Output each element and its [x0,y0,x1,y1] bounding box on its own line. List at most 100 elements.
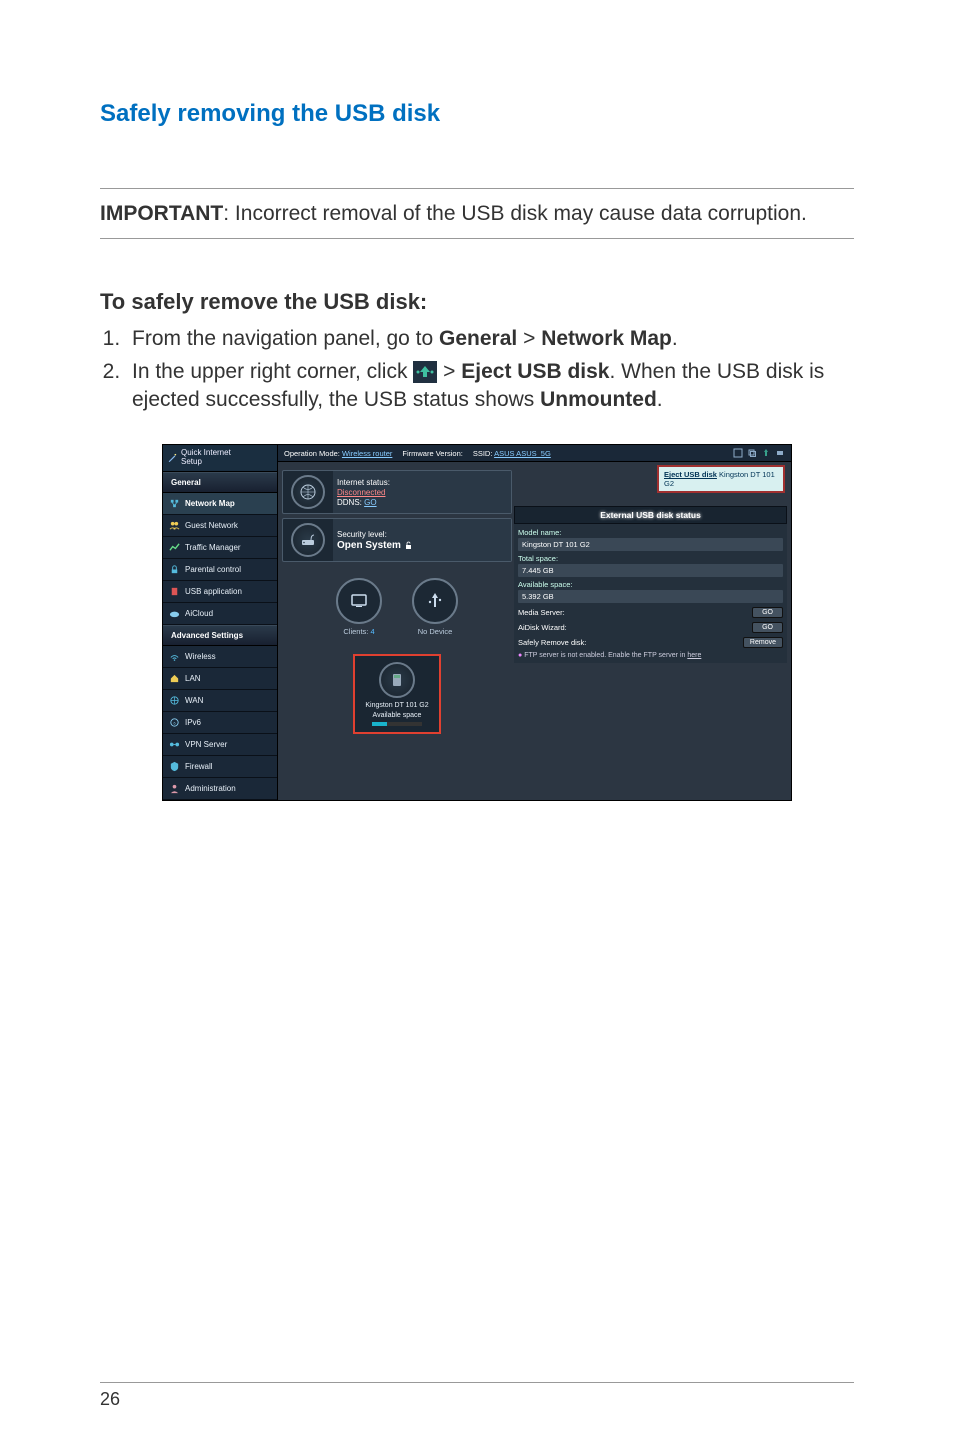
security-label: Security level: [337,530,507,539]
network-map-icon [169,498,180,509]
right-column: External USB disk status Model name:King… [514,466,787,734]
fw-label: Firmware Version: [402,449,462,458]
lock-icon [169,564,180,575]
quick-setup-label: Quick Internet Setup [181,449,231,467]
media-k: Media Server: [518,608,565,617]
sidebar-item-label: Network Map [185,499,235,508]
sidebar-item-network-map[interactable]: Network Map [163,493,277,515]
sidebar: Quick Internet Setup General Network Map… [163,445,278,800]
sidebar-general-header: General [163,472,277,493]
usb-disk-card[interactable]: Kingston DT 101 G2 Available space [353,654,441,734]
sidebar-item-label: Wireless [185,652,216,661]
sidebar-item-traffic-manager[interactable]: Traffic Manager [163,537,277,559]
safely-k: Safely Remove disk: [518,638,586,647]
sidebar-item-aicloud[interactable]: AiCloud [163,603,277,625]
eject-usb-link[interactable]: Eject USB disk [664,470,717,479]
step-2-unmounted: Unmounted [540,388,657,411]
step-2-sep: > [437,360,461,383]
sidebar-item-label: LAN [185,674,201,683]
sidebar-item-ipv6[interactable]: 6 IPv6 [163,712,277,734]
avail-k: Available space: [518,580,572,589]
sidebar-item-firewall[interactable]: Firewall [163,756,277,778]
important-note: IMPORTANT: Incorrect removal of the USB … [100,188,854,239]
clients-label: Clients: [343,627,370,636]
usb-plug-icon [424,590,446,612]
unlock-icon [404,541,413,550]
footer-rule [100,1382,854,1383]
topbar-icons [733,448,785,458]
clients-value: 4 [370,627,374,636]
media-go-button[interactable]: GO [752,607,783,618]
avail-v: 5.392 GB [518,590,783,603]
subheading: To safely remove the USB disk: [100,289,854,315]
step-2-end: . [657,388,663,411]
step-2-text-a: In the upper right corner, click [132,360,413,383]
sidebar-item-guest-network[interactable]: Guest Network [163,515,277,537]
ssid-link[interactable]: ASUS ASUS_5G [494,449,551,458]
sidebar-item-label: Administration [185,784,236,793]
wand-icon [167,453,177,463]
usb-top-icon[interactable] [761,448,771,458]
clients-circle[interactable] [336,578,382,624]
sidebar-item-administration[interactable]: Administration [163,778,277,800]
usb-icon [169,586,180,597]
step-1-general: General [439,327,517,350]
chart-icon [169,542,180,553]
topbar: Operation Mode: Wireless router Firmware… [278,445,791,462]
inet-status-label: Internet status: [337,478,507,487]
sidebar-item-label: IPv6 [185,718,201,727]
sidebar-item-label: Guest Network [185,521,238,530]
mid-column: Internet status: Disconnected DDNS: GO S… [282,466,512,734]
copy-icon[interactable] [747,448,757,458]
eject-usb-popup[interactable]: Eject USB disk Kingston DT 101 G2 [657,465,785,493]
svg-text:6: 6 [173,721,175,725]
opmode-link[interactable]: Wireless router [342,449,392,458]
remove-button[interactable]: Remove [743,637,783,648]
ddns-go-link[interactable]: GO [364,498,376,507]
sidebar-item-parental-control[interactable]: Parental control [163,559,277,581]
model-v: Kingston DT 101 G2 [518,538,783,551]
sidebar-item-usb-application[interactable]: USB application [163,581,277,603]
main-area: Operation Mode: Wireless router Firmware… [278,445,791,800]
monitor-icon [348,590,370,612]
ftp-footnote: ● FTP server is not enabled. Enable the … [518,652,783,659]
total-k: Total space: [518,554,558,563]
sidebar-item-wan[interactable]: WAN [163,690,277,712]
aidisk-go-button[interactable]: GO [752,622,783,633]
security-status-box: Security level: Open System [282,518,512,562]
ddns-label: DDNS: [337,498,364,507]
sidebar-item-label: AiCloud [185,609,213,618]
globe-icon [169,695,180,706]
step-2: In the upper right corner, click > Eject… [126,358,854,415]
sidebar-item-wireless[interactable]: Wireless [163,646,277,668]
person-icon [169,783,180,794]
inet-status-value[interactable]: Disconnected [337,488,385,497]
sidebar-item-label: Traffic Manager [185,543,241,552]
step-1-text: From the navigation panel, go to [132,327,439,350]
bottom-circles: Clients: 4 No Device [282,572,512,642]
printer-icon[interactable] [775,448,785,458]
internet-status-box: Internet status: Disconnected DDNS: GO [282,470,512,514]
shield-icon [169,761,180,772]
cloud-icon [169,608,180,619]
ftp-here-link[interactable]: here [687,652,701,659]
external-usb-header: External USB disk status [514,506,787,524]
sidebar-item-vpn-server[interactable]: VPN Server [163,734,277,756]
disk-icon [388,671,406,689]
aidisk-k: AiDisk Wizard: [518,623,567,632]
net-icon[interactable] [733,448,743,458]
step-1-end: . [672,327,678,350]
opmode-label: Operation Mode: Wireless router [284,449,392,458]
sidebar-item-label: WAN [185,696,203,705]
usb-card-avail-label: Available space [361,712,433,719]
usb-card-name: Kingston DT 101 G2 [361,702,433,709]
external-usb-body: Model name:Kingston DT 101 G2 Total spac… [514,524,787,663]
nodevice-label: No Device [412,627,458,636]
security-value: Open System [337,540,404,551]
sidebar-item-lan[interactable]: LAN [163,668,277,690]
step-2-eject: Eject USB disk [461,360,609,383]
page-number: 26 [100,1389,120,1410]
quick-internet-setup[interactable]: Quick Internet Setup [163,445,277,472]
avail-bar [372,722,422,726]
nodevice-circle[interactable] [412,578,458,624]
